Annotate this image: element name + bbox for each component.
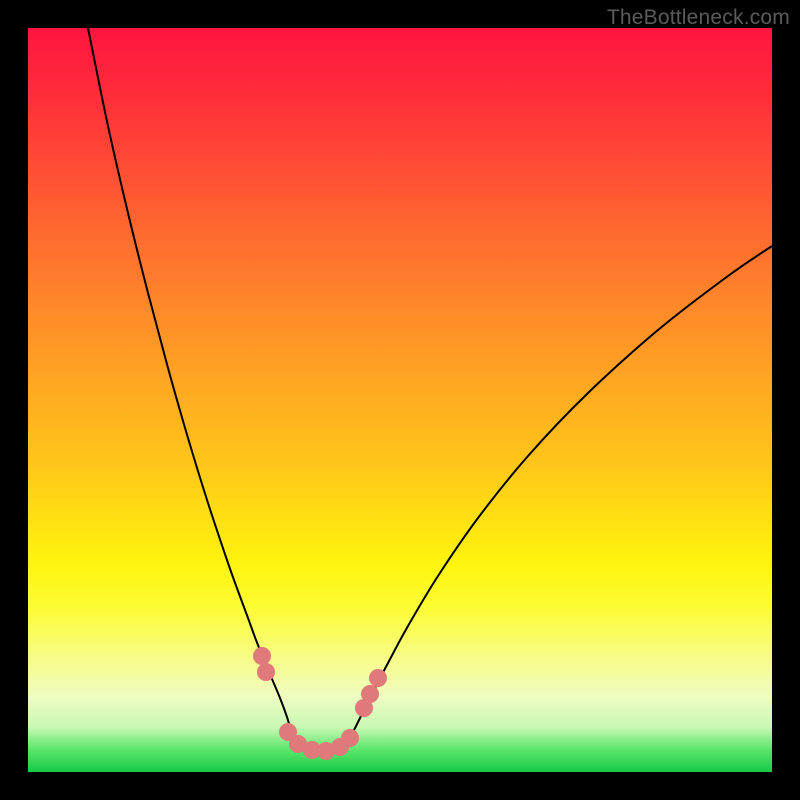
marker-dot bbox=[369, 669, 387, 687]
bottleneck-curve-path bbox=[88, 28, 772, 751]
valley-markers bbox=[253, 647, 387, 760]
marker-dot bbox=[253, 647, 271, 665]
marker-dot bbox=[361, 685, 379, 703]
attribution-watermark: TheBottleneck.com bbox=[607, 6, 790, 30]
marker-dot bbox=[341, 729, 359, 747]
outer-frame: TheBottleneck.com bbox=[0, 0, 800, 800]
chart-svg bbox=[28, 28, 772, 772]
bottleneck-curve bbox=[88, 28, 772, 751]
marker-dot bbox=[257, 663, 275, 681]
